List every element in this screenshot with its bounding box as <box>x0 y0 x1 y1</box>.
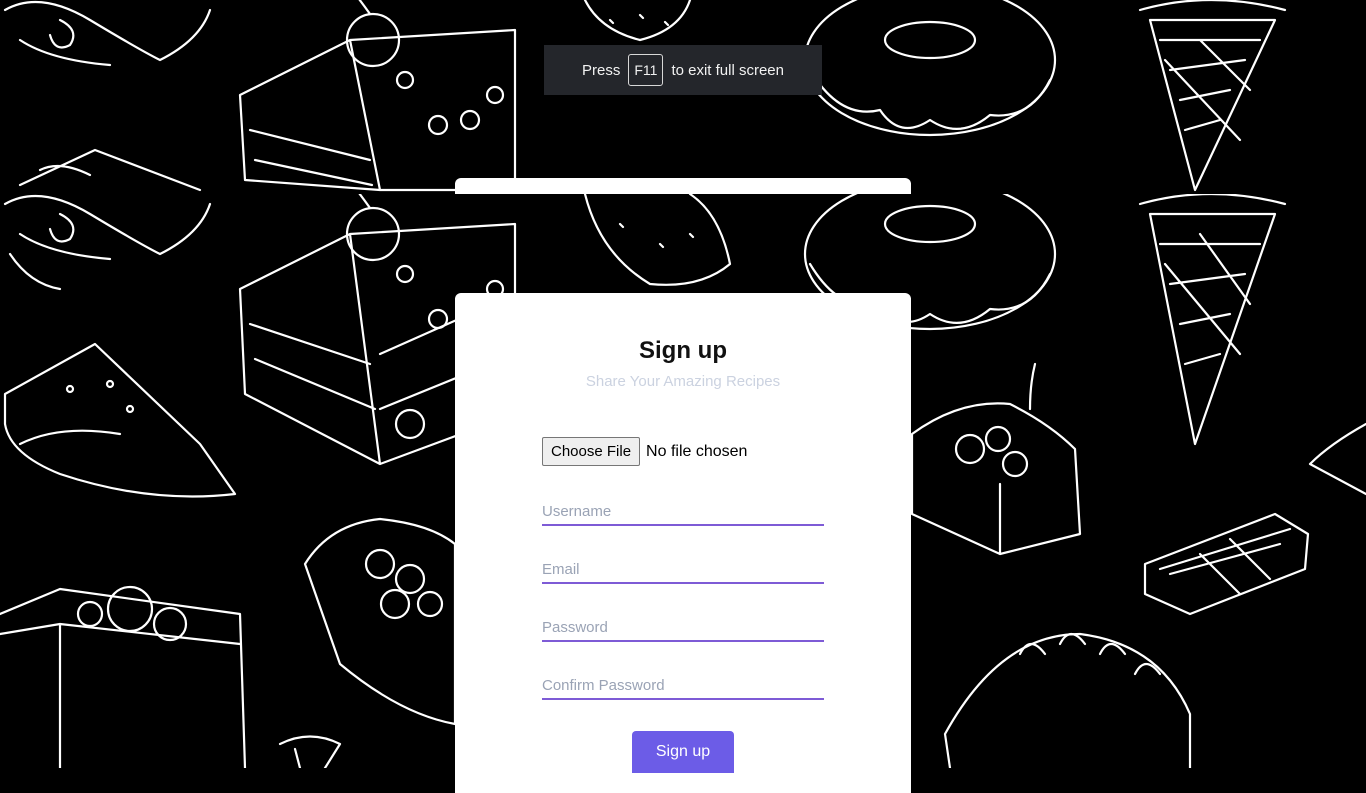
username-field[interactable] <box>542 498 824 526</box>
signup-button[interactable]: Sign up <box>632 731 734 773</box>
signup-card: Sign up Share Your Amazing Recipes Choos… <box>455 293 911 793</box>
f11-key-badge: F11 <box>628 54 664 86</box>
confirm-password-field[interactable] <box>542 672 824 700</box>
choose-file-button[interactable]: Choose File <box>542 437 641 466</box>
file-status-text: No file chosen <box>646 442 748 460</box>
card-edge-echo <box>455 178 911 194</box>
file-upload: Choose File No file chosen <box>542 437 747 466</box>
fullscreen-notice-prefix: Press <box>582 61 621 79</box>
fullscreen-notice-suffix: to exit full screen <box>671 61 784 79</box>
form-subtitle: Share Your Amazing Recipes <box>585 373 781 390</box>
fullscreen-notice: Press F11 to exit full screen <box>544 45 822 95</box>
dessert-doodle-pattern <box>3 0 1287 192</box>
email-field[interactable] <box>542 556 824 584</box>
password-field[interactable] <box>542 614 824 642</box>
form-title: Sign up <box>639 337 727 364</box>
background-band-top <box>0 0 1366 194</box>
